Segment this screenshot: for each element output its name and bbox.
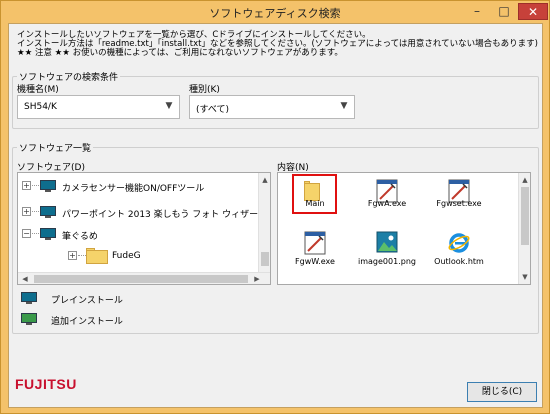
monitor-icon [40, 206, 56, 218]
software-list-title: ソフトウェア一覧 [17, 141, 94, 154]
monitor-green-icon [21, 313, 37, 325]
legend-additional-label: 追加インストール [51, 317, 123, 327]
minimize-button[interactable]: – [464, 3, 490, 20]
tree-connector [32, 233, 39, 234]
close-window-button[interactable]: ✕ [518, 3, 548, 20]
model-value: SH54/K [24, 102, 57, 112]
ie-icon [448, 233, 470, 253]
scroll-up-icon[interactable]: ▲ [519, 173, 530, 187]
file-name: FgwW.exe [295, 257, 335, 266]
file-name: image001.png [358, 257, 416, 266]
model-label: 機種名(M) [17, 85, 59, 95]
legend-preinstall: プレインストール [21, 291, 181, 307]
file-name: FgwA.exe [367, 199, 407, 208]
collapse-icon[interactable]: − [22, 229, 31, 238]
scroll-thumb[interactable] [521, 187, 529, 245]
software-tree[interactable]: + カメラセンサー機能ON/OFFツール + パワーポイント 2013 楽しもう… [17, 172, 271, 285]
file-item[interactable]: Fgwset.exe [428, 175, 490, 221]
folder-icon [304, 181, 320, 201]
legend-preinstall-label: プレインストール [51, 296, 123, 306]
fujitsu-logo: FUJITSU [15, 376, 77, 392]
instruction-line-3: ★★ 注意 ★★ お使いの機種によっては、ご利用になれないソフトウェアがあります… [17, 48, 343, 58]
file-item[interactable]: FgwW.exe [284, 227, 346, 273]
maximize-button[interactable]: □ [491, 3, 517, 20]
title-bar: ソフトウェアディスク検索 – □ ✕ [1, 1, 549, 23]
file-item[interactable]: FgwA.exe [356, 175, 418, 221]
tree-item-label: FudeG [112, 251, 141, 261]
tree-connector [32, 211, 39, 212]
folder-icon [86, 248, 108, 264]
tree-item[interactable]: − 筆ぐるめ [18, 225, 258, 243]
scroll-thumb[interactable] [34, 275, 248, 283]
exe-icon [304, 231, 326, 255]
tree-item[interactable]: + パワーポイント 2013 楽しもう フォト ウィザード [18, 203, 267, 221]
model-select[interactable]: SH54/K ▼ [17, 95, 180, 119]
tree-item-label: 筆ぐるめ [62, 232, 98, 242]
file-name: Fgwset.exe [436, 199, 482, 208]
expand-icon[interactable]: + [22, 181, 31, 190]
file-item[interactable]: Main [284, 175, 346, 221]
file-name: Main [305, 199, 325, 208]
tree-vertical-scrollbar[interactable]: ▲ [258, 173, 270, 272]
type-label: 種別(K) [189, 85, 220, 95]
dialog-client: インストールしたいソフトウェアを一覧から選び、Cドライブにインストールしてくださ… [8, 23, 543, 408]
close-button[interactable]: 閉じる(C) [467, 382, 537, 402]
scroll-down-icon[interactable]: ▼ [519, 270, 530, 284]
scroll-thumb[interactable] [261, 252, 269, 266]
scroll-right-icon[interactable]: ▶ [250, 273, 264, 284]
monitor-icon [40, 228, 56, 240]
expand-icon[interactable]: + [68, 251, 77, 260]
file-item[interactable]: Outlook.htm [428, 227, 490, 273]
tree-connector [32, 185, 39, 186]
chevron-down-icon: ▼ [165, 101, 173, 111]
scroll-left-icon[interactable]: ◀ [18, 273, 32, 284]
type-value: (すべて) [196, 105, 230, 115]
tree-item[interactable]: + カメラセンサー機能ON/OFFツール [18, 177, 258, 195]
app-window: ソフトウェアディスク検索 – □ ✕ インストールしたいソフトウェアを一覧から選… [0, 0, 550, 414]
tree-connector [78, 255, 86, 256]
expand-icon[interactable]: + [22, 207, 31, 216]
type-select[interactable]: (すべて) ▼ [189, 95, 355, 119]
file-name: Outlook.htm [434, 257, 484, 266]
content-vertical-scrollbar[interactable]: ▲ ▼ [518, 173, 530, 284]
tree-item-label: カメラセンサー機能ON/OFFツール [62, 184, 205, 194]
legend-additional: 追加インストール [21, 312, 181, 328]
monitor-icon [21, 292, 37, 304]
chevron-down-icon: ▼ [340, 101, 348, 111]
file-item[interactable]: image001.png [356, 227, 418, 273]
tree-item-label: パワーポイント 2013 楽しもう フォト ウィザード [62, 210, 268, 220]
tree-horizontal-scrollbar[interactable]: ◀ ▶ [18, 272, 270, 284]
monitor-icon [40, 180, 56, 192]
scroll-up-icon[interactable]: ▲ [259, 173, 270, 187]
tree-item[interactable]: + FudeG [18, 247, 258, 265]
content-list[interactable]: Main FgwA.exe Fgwset.exe FgwW.exe image0… [277, 172, 531, 285]
image-icon [376, 231, 398, 253]
